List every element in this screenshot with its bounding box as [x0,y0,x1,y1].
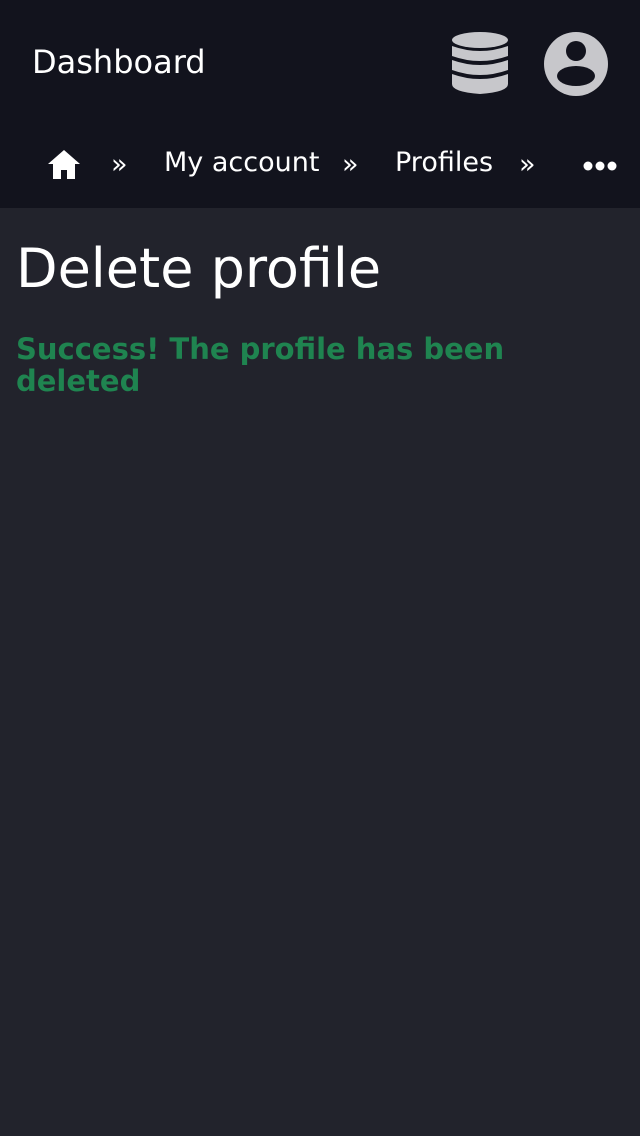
database-icon[interactable] [448,30,512,98]
app-title[interactable]: Dashboard [32,42,206,82]
breadcrumb-separator: » [111,149,128,180]
more-horizontal-icon[interactable] [582,158,618,172]
user-circle-icon[interactable] [543,31,609,97]
breadcrumb-my-account[interactable]: My account [164,130,319,200]
top-bar: Dashboard » My account » Profiles » [0,0,640,208]
breadcrumb-separator: » [342,149,359,180]
success-message: Success! The profile has been deleted [16,332,505,398]
page-title: Delete profile [16,237,382,300]
breadcrumb-profiles[interactable]: Profiles [395,130,493,200]
breadcrumb-separator: » [519,149,536,180]
breadcrumb: » My account » Profiles » [0,130,640,200]
home-icon[interactable] [46,148,82,182]
